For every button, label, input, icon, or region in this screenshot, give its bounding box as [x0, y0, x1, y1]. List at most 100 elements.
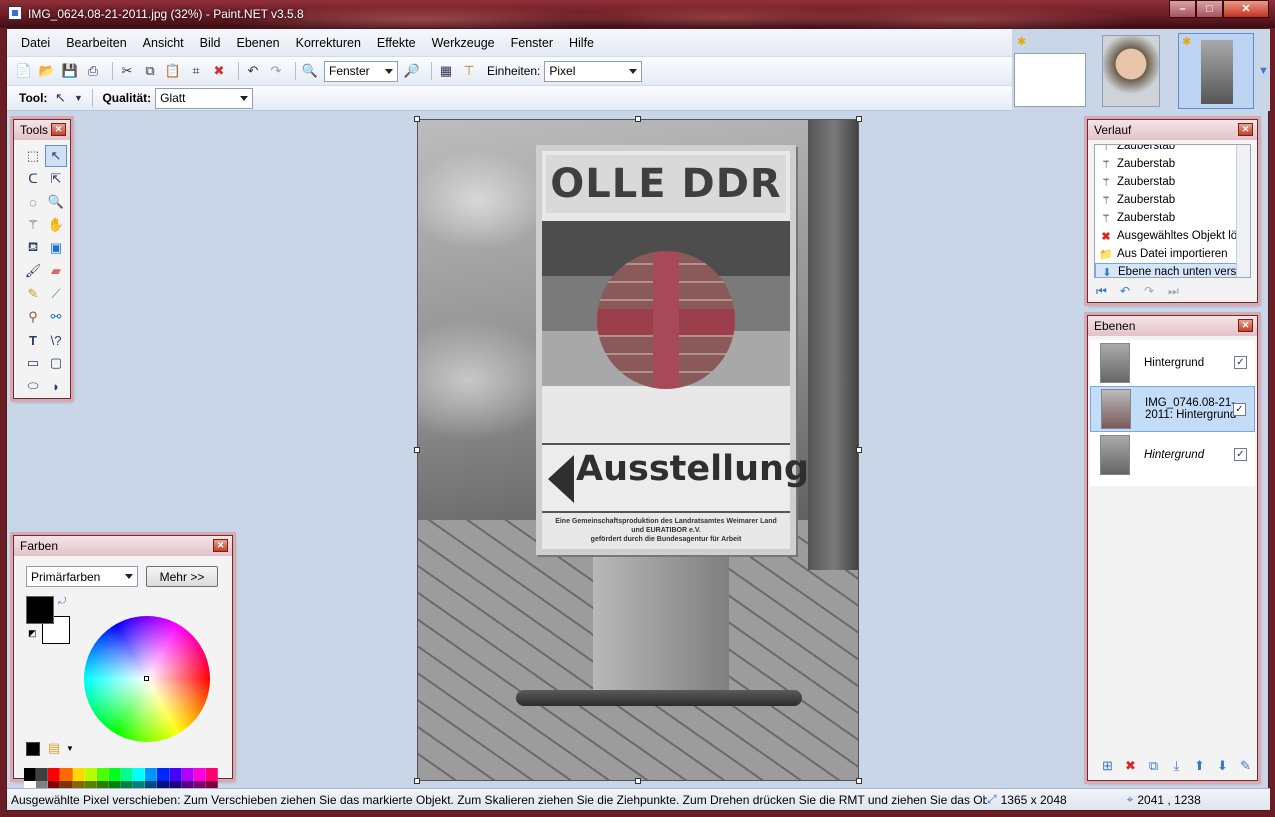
palette-menu-icon[interactable]: ▤	[48, 740, 60, 756]
menu-ebenen[interactable]: Ebenen	[229, 36, 288, 50]
move-selection-icon[interactable]: ↖	[45, 145, 67, 167]
menu-fenster[interactable]: Fenster	[503, 36, 561, 50]
gradient-icon[interactable]: ▣	[45, 237, 67, 259]
close-icon[interactable]: ✕	[213, 539, 228, 552]
close-icon[interactable]: ✕	[51, 123, 66, 136]
units-select[interactable]: Pixel	[544, 60, 643, 82]
history-item[interactable]: ✖ Ausgewähltes Objekt lö...	[1095, 227, 1250, 245]
pencil-icon[interactable]: ✎	[22, 283, 44, 305]
image-tab-blank[interactable]	[1014, 53, 1086, 107]
resize-handle[interactable]	[414, 447, 420, 453]
image-canvas[interactable]: OLLE DDR Ausstellung Eine Gemeinschaftsp…	[417, 119, 859, 781]
history-item[interactable]: ⚚ Zauberstab	[1095, 155, 1250, 173]
swap-colors-icon[interactable]: ⤾	[58, 596, 66, 607]
paste-icon[interactable]: 📋	[164, 62, 182, 80]
paint-bucket-icon[interactable]: ⛾	[22, 237, 44, 259]
resize-handle[interactable]	[635, 778, 641, 784]
paintbrush-icon[interactable]: 🖌	[22, 260, 44, 282]
maximize-button[interactable]: □	[1196, 0, 1223, 18]
clone-stamp-icon[interactable]: ⚲	[22, 306, 44, 328]
recolor-icon[interactable]: ⚯	[45, 306, 67, 328]
ellipse-icon[interactable]: ⬭	[22, 375, 44, 397]
zoom-in-icon[interactable]: 🔎	[403, 62, 421, 80]
menu-ansicht[interactable]: Ansicht	[135, 36, 192, 50]
last-step-icon[interactable]: ⏭	[1168, 284, 1192, 299]
resize-handle[interactable]	[414, 778, 420, 784]
quality-select[interactable]: Glatt	[155, 87, 254, 109]
history-list[interactable]: ⚚ Zauberstab ⚚ Zauberstab ⚚ Zauberstab ⚚ Zau…	[1094, 144, 1251, 278]
ellipse-select-icon[interactable]: ◌	[22, 191, 44, 213]
zoom-icon[interactable]: 🔍	[45, 191, 67, 213]
layers-panel-header[interactable]: Ebenen ✕	[1088, 316, 1257, 336]
move-selection-outline-icon[interactable]: ⇱	[45, 168, 67, 190]
pan-hand-icon[interactable]: ✋	[45, 214, 67, 236]
primary-color-swatch[interactable]	[26, 596, 54, 624]
grid-icon[interactable]: ▦	[437, 62, 455, 80]
undo-step-icon[interactable]: ↶	[1120, 284, 1144, 299]
menu-werkzeuge[interactable]: Werkzeuge	[424, 36, 503, 50]
layer-properties-icon[interactable]: ✎	[1234, 758, 1257, 774]
menu-bild[interactable]: Bild	[192, 36, 229, 50]
more-button[interactable]: Mehr >>	[146, 566, 218, 587]
menu-korrekturen[interactable]: Korrekturen	[288, 36, 369, 50]
layer-row[interactable]: Hintergrund ✓	[1090, 340, 1255, 386]
history-scrollbar[interactable]	[1236, 145, 1250, 277]
layer-visibility-checkbox[interactable]: ✓	[1233, 403, 1246, 416]
close-icon[interactable]: ✕	[1238, 319, 1253, 332]
save-icon[interactable]: 💾	[61, 62, 79, 80]
new-file-icon[interactable]: 📄	[15, 62, 33, 80]
color-mode-select[interactable]: Primärfarben	[26, 566, 138, 587]
move-layer-down-icon[interactable]: ⬇	[1211, 758, 1234, 774]
add-layer-icon[interactable]: ⊞	[1096, 758, 1119, 774]
text-icon[interactable]: T	[22, 329, 44, 351]
delete-layer-icon[interactable]: ✖	[1119, 758, 1142, 774]
color-picker-icon[interactable]: ⟋	[45, 283, 67, 305]
history-item[interactable]: ⚚ Zauberstab	[1095, 145, 1250, 155]
eraser-icon[interactable]: ▰	[45, 260, 67, 282]
magic-wand-icon[interactable]: ⚚	[22, 214, 44, 236]
chevron-down-icon[interactable]: ▼	[66, 744, 74, 753]
menu-bearbeiten[interactable]: Bearbeiten	[58, 36, 134, 50]
resize-handle[interactable]	[856, 116, 862, 122]
rectangle-icon[interactable]: ▭	[22, 352, 44, 374]
menu-datei[interactable]: Datei	[13, 36, 58, 50]
menu-effekte[interactable]: Effekte	[369, 36, 424, 50]
image-tab-portrait[interactable]	[1102, 35, 1160, 107]
rounded-rectangle-icon[interactable]: ▢	[45, 352, 67, 374]
duplicate-layer-icon[interactable]: ⧉	[1142, 758, 1165, 774]
history-item[interactable]: 📁 Aus Datei importieren	[1095, 245, 1250, 263]
open-file-icon[interactable]: 📂	[38, 62, 56, 80]
ruler-icon[interactable]: ⊤	[460, 62, 478, 80]
close-icon[interactable]: ✕	[1238, 123, 1253, 136]
move-tool-icon[interactable]: ↖	[51, 89, 69, 107]
print-icon[interactable]: ⎙	[84, 62, 102, 80]
resize-handle[interactable]	[856, 778, 862, 784]
move-layer-up-icon[interactable]: ⬆	[1188, 758, 1211, 774]
copy-icon[interactable]: ⧉	[141, 62, 159, 80]
zoom-out-icon[interactable]: 🔍	[301, 62, 319, 80]
add-color-icon[interactable]	[26, 742, 40, 756]
redo-step-icon[interactable]: ↷	[1144, 284, 1168, 299]
chevron-down-icon[interactable]: ▼	[74, 89, 83, 107]
resize-handle[interactable]	[856, 447, 862, 453]
undo-icon[interactable]: ↶	[244, 62, 262, 80]
resize-handle[interactable]	[635, 116, 641, 122]
rectangle-select-icon[interactable]: ⬚	[22, 145, 44, 167]
history-panel-header[interactable]: Verlauf ✕	[1088, 120, 1257, 140]
first-step-icon[interactable]: ⏮	[1096, 284, 1120, 299]
history-item[interactable]: ⚚ Zauberstab	[1095, 191, 1250, 209]
history-item[interactable]: ⚚ Zauberstab	[1095, 209, 1250, 227]
colors-panel-header[interactable]: Farben ✕	[14, 536, 232, 556]
redo-icon[interactable]: ↷	[267, 62, 285, 80]
layer-row-selected[interactable]: IMG_0746.08-21-2011: Hintergrund ✓	[1090, 386, 1255, 432]
history-item[interactable]: ⚚ Zauberstab	[1095, 173, 1250, 191]
lasso-icon[interactable]: ᑕ	[22, 168, 44, 190]
tools-panel-header[interactable]: Tools ✕	[14, 120, 70, 140]
line-curve-icon[interactable]: \?	[45, 329, 67, 351]
reset-colors-icon[interactable]: ◩	[28, 628, 37, 639]
minimize-button[interactable]: –	[1169, 0, 1196, 18]
layer-row[interactable]: Hintergrund ✓	[1090, 432, 1255, 478]
crop-icon[interactable]: ⌗	[187, 62, 205, 80]
tabs-scroll-icon[interactable]: ▼	[1258, 65, 1269, 77]
menu-hilfe[interactable]: Hilfe	[561, 36, 602, 50]
